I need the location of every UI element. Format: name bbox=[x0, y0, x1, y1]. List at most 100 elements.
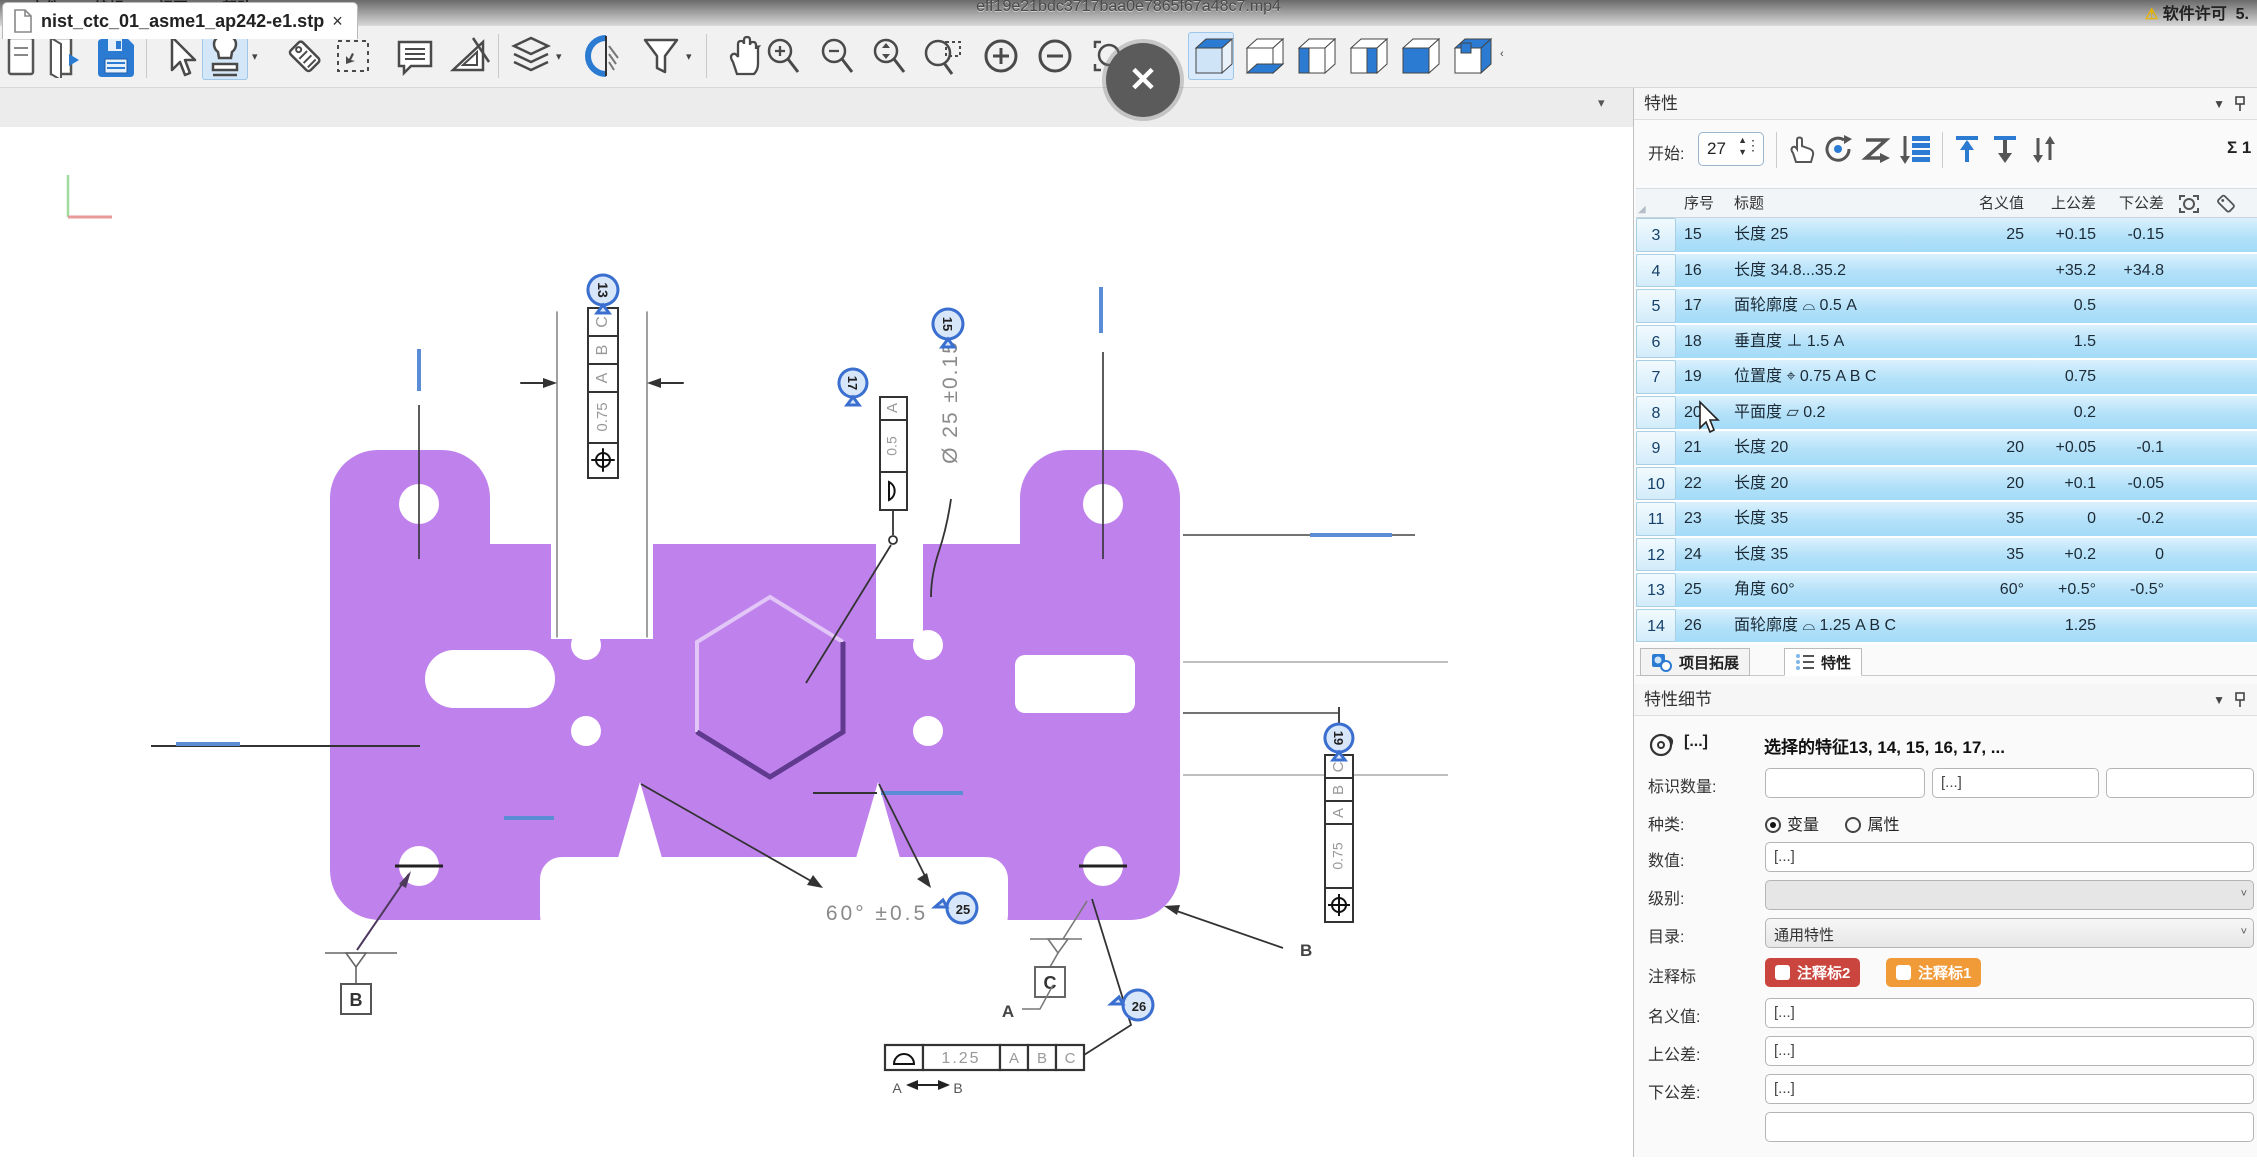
collapse-caret-icon[interactable]: ▼ bbox=[2213, 88, 2225, 120]
view-cube-left-button[interactable] bbox=[1292, 32, 1338, 80]
balloon-26[interactable]: 26 bbox=[1111, 990, 1153, 1020]
zoom-window-button[interactable] bbox=[920, 32, 966, 80]
swap-order-button[interactable] bbox=[2026, 132, 2062, 168]
tabbar-caret[interactable]: ▾ bbox=[1598, 95, 1605, 111]
zoom-in-button[interactable] bbox=[760, 32, 806, 80]
row-index[interactable]: 4 bbox=[1636, 254, 1676, 288]
view-cube-right-button[interactable] bbox=[1344, 32, 1390, 80]
selection-gesture-icon[interactable] bbox=[1648, 732, 1676, 758]
rotate-button[interactable] bbox=[1822, 132, 1858, 168]
row-index[interactable]: 8 bbox=[1636, 396, 1676, 430]
upper-tol-input[interactable]: [...] bbox=[1765, 1036, 2254, 1066]
pin-icon[interactable] bbox=[2235, 96, 2245, 112]
layers-button[interactable] bbox=[508, 32, 554, 80]
z-order-button[interactable] bbox=[1860, 132, 1896, 168]
pin-icon[interactable] bbox=[2235, 692, 2245, 708]
checkbox-icon[interactable] bbox=[1896, 965, 1911, 980]
open-document-button[interactable] bbox=[42, 32, 88, 80]
level-select[interactable]: ˅ bbox=[1765, 880, 2254, 910]
view-cube-more-caret[interactable]: ‹ bbox=[1500, 48, 1504, 60]
row-index[interactable]: 10 bbox=[1636, 467, 1676, 501]
start-spinner[interactable]: 27 ▲▼ ⋮ bbox=[1698, 132, 1764, 166]
checkbox-icon[interactable] bbox=[1775, 965, 1790, 980]
tag-column-icon[interactable] bbox=[2216, 193, 2238, 215]
id-count-input-1[interactable] bbox=[1765, 768, 1925, 798]
comment-button[interactable] bbox=[392, 32, 438, 80]
stamp-dropdown-caret[interactable]: ▾ bbox=[252, 50, 258, 63]
tab-project-topology[interactable]: 项目拓展 bbox=[1640, 648, 1750, 676]
sum-indicator[interactable]: Σ 1 bbox=[2227, 138, 2255, 158]
row-index[interactable]: 11 bbox=[1636, 502, 1676, 536]
row-index[interactable]: 13 bbox=[1636, 573, 1676, 607]
table-row[interactable]: 14 26 面轮廓度 ⌓ 1.25 A B C 1.25 bbox=[1636, 609, 2257, 645]
license-status[interactable]: ⚠ 软件许可 5. bbox=[2145, 0, 2249, 24]
col-nominal[interactable]: 名义值 bbox=[1966, 189, 2024, 217]
row-index[interactable]: 9 bbox=[1636, 431, 1676, 465]
save-button[interactable] bbox=[92, 32, 138, 80]
row-index[interactable]: 14 bbox=[1636, 609, 1676, 643]
view-cube-iso-button[interactable] bbox=[1188, 32, 1234, 80]
view-cube-bottom-button[interactable] bbox=[1240, 32, 1286, 80]
row-index[interactable]: 6 bbox=[1636, 325, 1676, 359]
radio-attribute[interactable] bbox=[1845, 817, 1861, 833]
select-region-button[interactable] bbox=[330, 32, 376, 80]
collapse-caret-icon[interactable]: ▼ bbox=[2213, 684, 2225, 716]
section-view-button[interactable] bbox=[582, 32, 628, 80]
tab-properties[interactable]: 特性 bbox=[1784, 648, 1862, 676]
id-count-input-2[interactable]: [...] bbox=[1932, 768, 2099, 798]
table-row[interactable]: 10 22 长度 20 20 +0.1 -0.05 bbox=[1636, 467, 2257, 503]
datum-b-right[interactable]: B bbox=[1164, 905, 1312, 960]
model-viewport[interactable]: C B A 0.75 A 0.5 Ø 25 ±0.15 C B bbox=[0, 127, 1633, 1157]
tag-button[interactable] bbox=[282, 32, 328, 80]
table-row[interactable]: 11 23 长度 35 35 0 -0.2 bbox=[1636, 502, 2257, 538]
row-index[interactable]: 7 bbox=[1636, 360, 1676, 394]
close-overlay-button[interactable]: ✕ bbox=[1106, 43, 1180, 117]
pick-hand-button[interactable] bbox=[1784, 132, 1820, 168]
table-row[interactable]: 3 15 长度 25 25 +0.15 -0.15 bbox=[1636, 218, 2257, 254]
row-index[interactable]: 3 bbox=[1636, 218, 1676, 252]
table-row[interactable]: 12 24 长度 35 35 +0.2 0 bbox=[1636, 538, 2257, 574]
id-count-input-3[interactable] bbox=[2106, 768, 2254, 798]
tab-close-icon[interactable]: × bbox=[332, 11, 343, 32]
annotation-chip-1[interactable]: 注释标1 bbox=[1886, 958, 1981, 987]
value-input[interactable]: [...] bbox=[1765, 842, 2254, 872]
move-bottom-button[interactable] bbox=[1988, 132, 2024, 168]
refresh-selection-icon[interactable] bbox=[2178, 194, 2200, 214]
select-cursor-button[interactable] bbox=[156, 32, 202, 80]
zoom-out-button[interactable] bbox=[814, 32, 860, 80]
layers-dropdown-caret[interactable]: ▾ bbox=[556, 50, 562, 63]
table-row[interactable]: 4 16 长度 34.8...35.2 +35.2 +34.8 bbox=[1636, 254, 2257, 290]
table-row[interactable]: 8 20 平面度 ⏥ 0.2 0.2 bbox=[1636, 396, 2257, 432]
col-lower[interactable]: 下公差 bbox=[2096, 189, 2164, 217]
col-upper[interactable]: 上公差 bbox=[2024, 189, 2096, 217]
list-sort-button[interactable] bbox=[1898, 132, 1934, 168]
annotation-chip-2[interactable]: 注释标2 bbox=[1765, 958, 1860, 987]
table-header-row[interactable]: 序号 标题 名义值 上公差 下公差 bbox=[1636, 188, 2257, 218]
balloon-17[interactable]: 17 bbox=[839, 369, 867, 405]
lower-tol-input[interactable]: [...] bbox=[1765, 1074, 2254, 1104]
document-tab[interactable]: nist_ctc_01_asme1_ap242-e1.stp × bbox=[2, 2, 358, 39]
row-index[interactable]: 12 bbox=[1636, 538, 1676, 572]
view-cube-back-button[interactable] bbox=[1448, 32, 1494, 80]
row-index[interactable]: 5 bbox=[1636, 289, 1676, 323]
increase-button[interactable] bbox=[978, 32, 1024, 80]
table-row[interactable]: 13 25 角度 60° 60° +0.5° -0.5° bbox=[1636, 573, 2257, 609]
zoom-fit-button[interactable] bbox=[866, 32, 912, 80]
col-title[interactable]: 标题 bbox=[1726, 189, 1966, 217]
table-row[interactable]: 6 18 垂直度 ⊥ 1.5 A 1.5 bbox=[1636, 325, 2257, 361]
table-row[interactable]: 9 21 长度 20 20 +0.05 -0.1 bbox=[1636, 431, 2257, 467]
spinner-menu[interactable]: ⋮ bbox=[1746, 137, 1760, 154]
catalog-select[interactable]: 通用特性˅ bbox=[1765, 918, 2254, 948]
table-row[interactable]: 5 17 面轮廓度 ⌓ 0.5 A 0.5 bbox=[1636, 289, 2257, 325]
decrease-button[interactable] bbox=[1032, 32, 1078, 80]
new-document-button[interactable] bbox=[0, 32, 46, 80]
nominal-input[interactable]: [...] bbox=[1765, 998, 2254, 1028]
view-cube-front-button[interactable] bbox=[1396, 32, 1442, 80]
table-corner-icon[interactable]: ◢ bbox=[1638, 204, 1646, 215]
col-seq[interactable]: 序号 bbox=[1676, 189, 1726, 217]
move-top-button[interactable] bbox=[1950, 132, 1986, 168]
stamp-annotation-button[interactable] bbox=[202, 32, 248, 80]
table-row[interactable]: 7 19 位置度 ⌖ 0.75 A B C 0.75 bbox=[1636, 360, 2257, 396]
filter-button[interactable] bbox=[638, 32, 684, 80]
filter-dropdown-caret[interactable]: ▾ bbox=[686, 50, 692, 63]
